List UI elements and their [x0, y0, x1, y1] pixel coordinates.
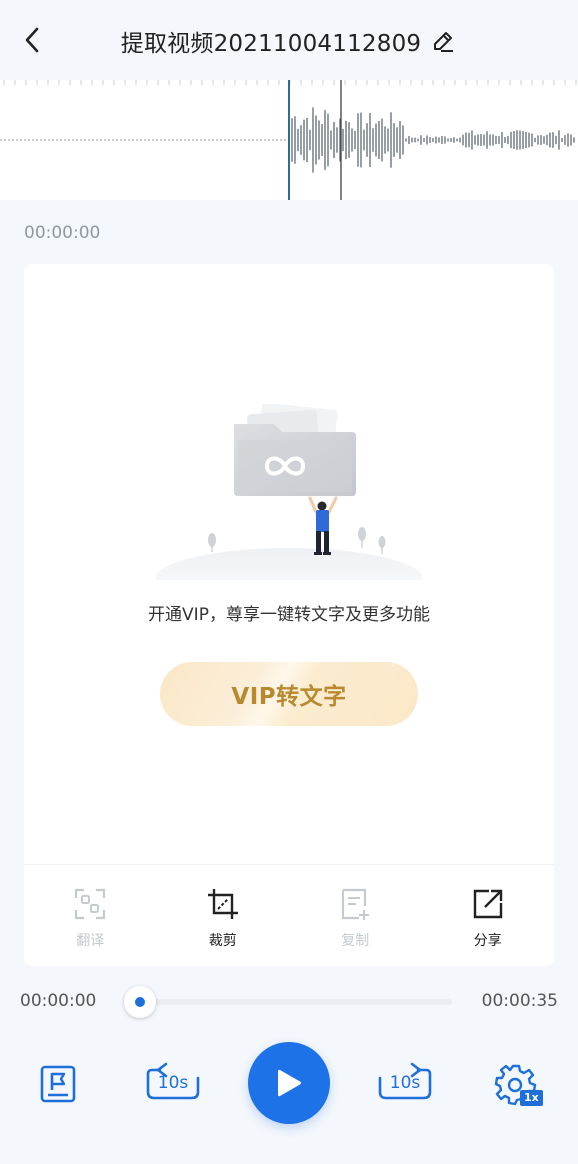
play-button[interactable] [248, 1042, 330, 1124]
playback-settings-button[interactable]: 1x [494, 1062, 544, 1106]
progress-knob[interactable] [124, 986, 156, 1018]
copy-button[interactable]: 复制 [289, 865, 422, 966]
flag-marker-icon [40, 1065, 76, 1103]
header: 提取视频20211004112809 [0, 0, 578, 80]
crop-label: 裁剪 [208, 933, 237, 949]
share-icon [473, 889, 502, 919]
vip-transcribe-button[interactable]: VIP转文字 [160, 662, 418, 726]
page-title: 提取视频20211004112809 [120, 31, 422, 57]
mark-button[interactable] [36, 1062, 80, 1106]
waveform-current-time: 00:00:00 [24, 223, 101, 243]
edit-title-button[interactable] [429, 27, 457, 55]
share-label: 分享 [473, 933, 502, 949]
waveform-graphic [0, 80, 577, 200]
play-icon [278, 1069, 301, 1097]
speed-badge: 1x [520, 1090, 543, 1106]
translate-button[interactable]: 翻译 [24, 865, 157, 966]
copy-label: 复制 [341, 933, 370, 949]
translate-label: 翻译 [76, 933, 105, 949]
translate-scan-icon [75, 888, 106, 920]
vip-illustration [156, 404, 422, 580]
pencil-icon [434, 32, 454, 52]
playback-progress: 00:00:00 00:00:35 [0, 984, 578, 1020]
progress-track[interactable] [138, 999, 452, 1005]
total-duration: 00:00:35 [481, 991, 558, 1011]
share-button[interactable]: 分享 [422, 865, 555, 966]
elapsed-time: 00:00:00 [20, 991, 97, 1011]
audio-waveform[interactable] [0, 80, 578, 200]
crop-icon [207, 889, 238, 919]
rewind-label: 10s [157, 1073, 189, 1093]
vip-transcribe-label: VIP转文字 [231, 684, 347, 710]
forward-label: 10s [389, 1073, 421, 1093]
player-controls: 10s 10s 1x [0, 1040, 578, 1130]
rewind-10s-button[interactable]: 10s [144, 1060, 202, 1104]
forward-10s-button[interactable]: 10s [376, 1060, 434, 1104]
transcript-card: 开通VIP，尊享一键转文字及更多功能 VIP转文字 翻译 裁剪 复制 分享 [24, 264, 554, 966]
crop-button[interactable]: 裁剪 [157, 865, 290, 966]
copy-document-icon [342, 888, 370, 920]
edit-toolbar: 翻译 裁剪 复制 分享 [24, 864, 554, 966]
vip-promo-text: 开通VIP，尊享一键转文字及更多功能 [148, 605, 430, 625]
